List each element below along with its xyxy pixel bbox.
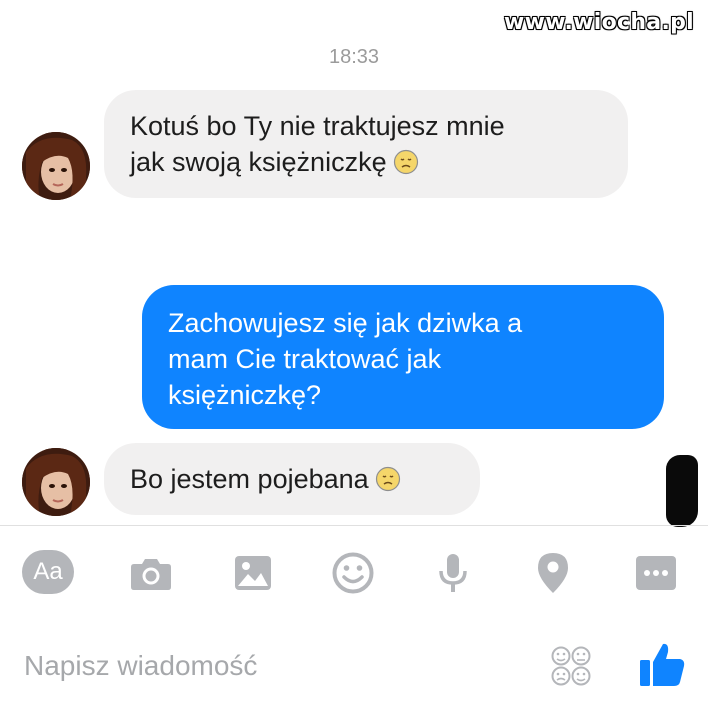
message-text-line: księżniczkę? (168, 380, 322, 410)
watermark: www.wiocha.pl (504, 10, 694, 35)
text-format-button[interactable]: Aa (22, 550, 74, 594)
outgoing-message-bubble[interactable]: Zachowujesz się jak dziwka a mam Cie tra… (142, 285, 664, 429)
message-input-placeholder[interactable]: Napisz wiadomość (24, 650, 257, 682)
composer-divider (0, 525, 708, 526)
sad-face-emoji-icon (393, 149, 418, 175)
more-icon[interactable] (634, 552, 678, 594)
image-icon[interactable] (232, 552, 274, 594)
message-timestamp: 18:33 (328, 46, 380, 68)
location-icon[interactable] (532, 552, 574, 594)
incoming-message-bubble[interactable]: Bo jestem pojebana (104, 443, 480, 515)
censor-smudge (666, 455, 698, 527)
message-text-line: mam Cie traktować jak (168, 344, 442, 374)
message-text-line: Kotuś bo Ty nie traktujesz mnie (130, 111, 505, 141)
microphone-icon[interactable] (432, 552, 474, 594)
incoming-message-bubble[interactable]: Kotuś bo Ty nie traktujesz mnie jak swoj… (104, 90, 628, 198)
emoji-icon[interactable] (332, 552, 374, 594)
thumbs-up-icon[interactable] (638, 640, 686, 688)
sticker-icon[interactable] (550, 645, 592, 687)
message-text-line: Zachowujesz się jak dziwka a (168, 308, 523, 338)
contact-avatar[interactable] (22, 448, 90, 516)
contact-avatar[interactable] (22, 132, 90, 200)
camera-icon[interactable] (130, 552, 172, 594)
sad-face-emoji-icon (375, 466, 400, 492)
message-text-line: jak swoją księżniczkę (130, 144, 602, 180)
message-text-line: Bo jestem pojebana (130, 461, 454, 497)
